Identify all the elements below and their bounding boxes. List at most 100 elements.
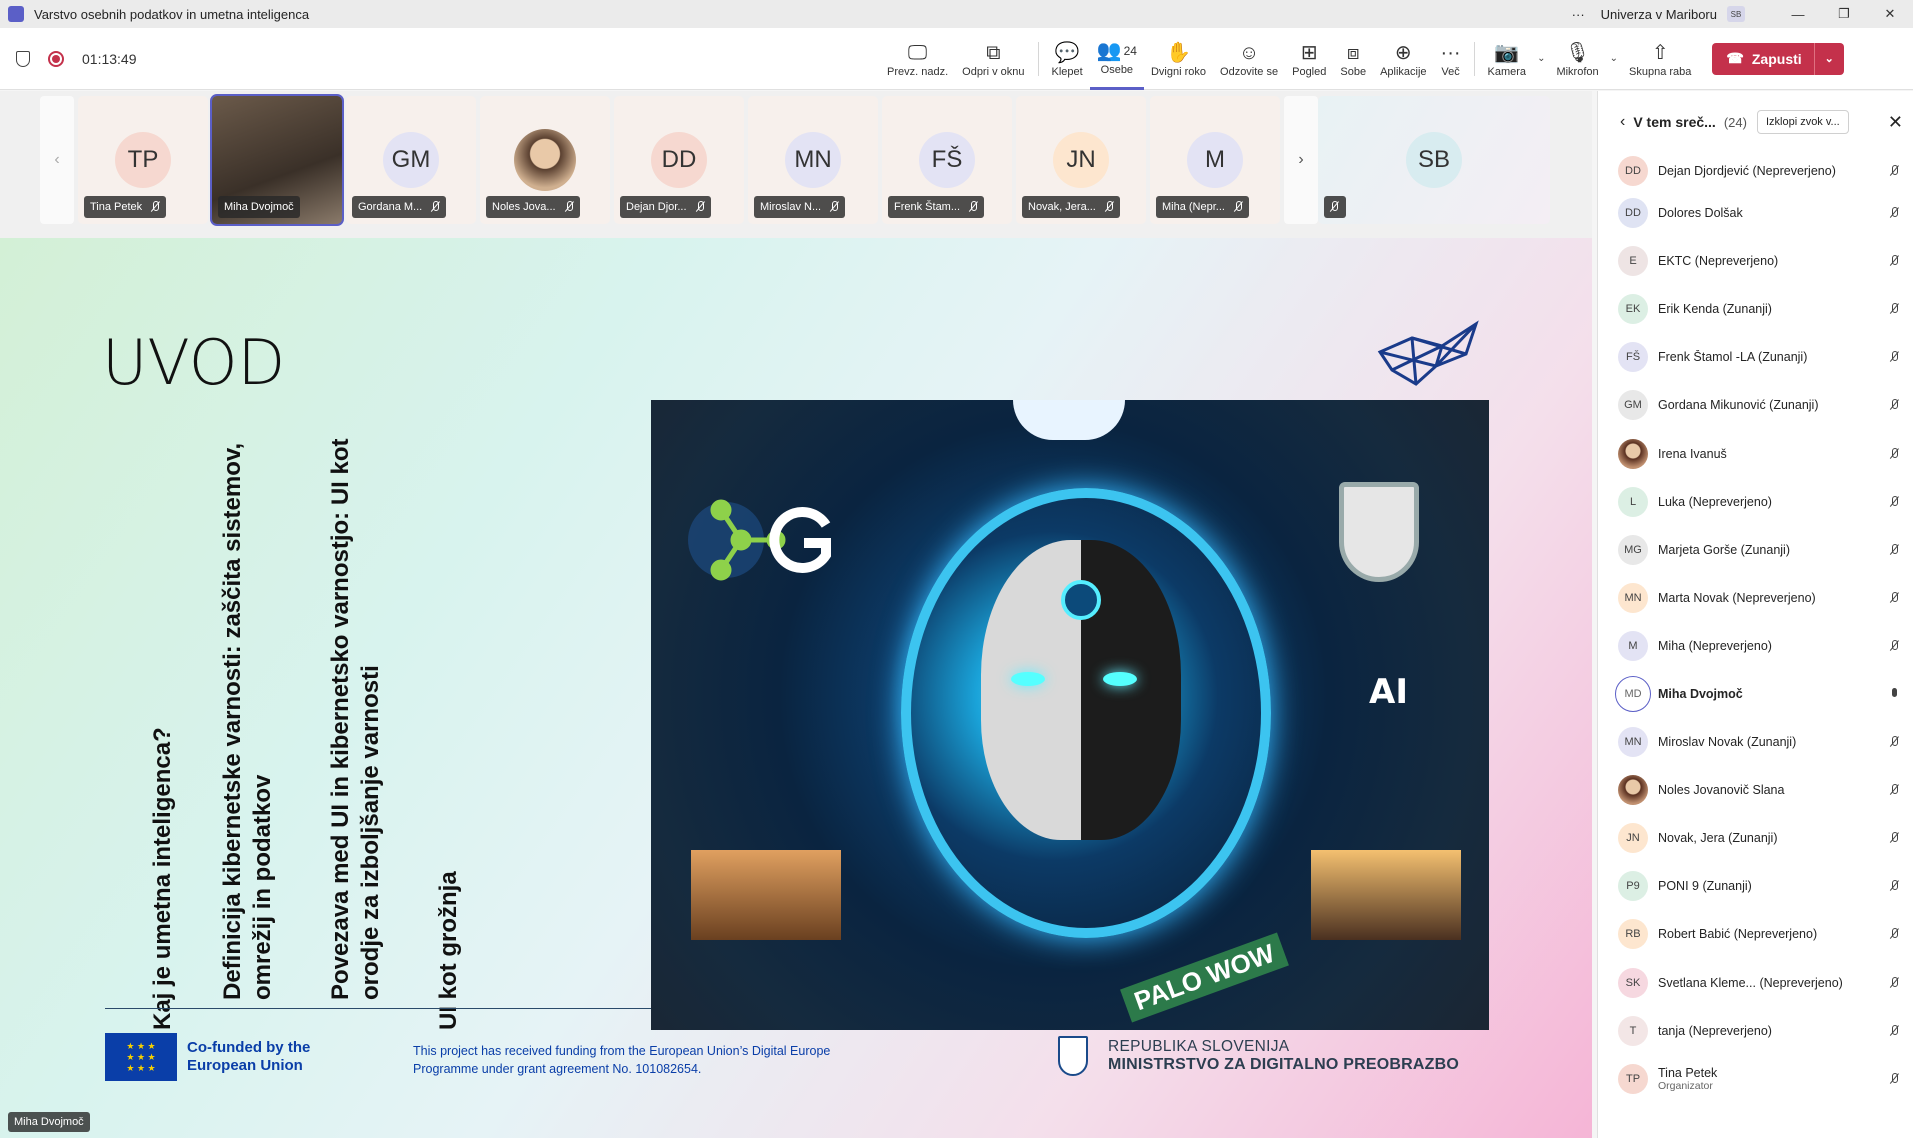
participant-mic-status[interactable] xyxy=(1874,736,1913,748)
more-options-icon[interactable]: ··· xyxy=(1572,7,1585,22)
participant-tile[interactable]: MN Miroslav N... xyxy=(748,96,878,224)
screen-share-tile[interactable]: SB xyxy=(1318,96,1550,224)
presenter-nametag: Miha Dvojmoč xyxy=(8,1112,90,1132)
participant-mic-status[interactable] xyxy=(1874,976,1913,989)
view-button[interactable]: ⊞ Pogled xyxy=(1285,28,1333,90)
avatar: MG xyxy=(1618,534,1648,565)
mic-options-chevron-icon[interactable]: ⌄ xyxy=(1610,53,1618,64)
participant-mic-status[interactable] xyxy=(1874,207,1913,219)
participant-mic-status[interactable] xyxy=(1874,351,1913,363)
avatar: TP xyxy=(1618,1063,1648,1094)
camera-button[interactable]: 📷 Kamera xyxy=(1481,28,1534,90)
microphone-button[interactable]: 🎙 Mikrofon xyxy=(1549,28,1605,90)
participant-mic-status[interactable] xyxy=(1874,687,1913,700)
close-window-button[interactable]: ✕ xyxy=(1867,6,1913,22)
participant-mic-status[interactable] xyxy=(1874,255,1913,267)
more-button[interactable]: ··· Več xyxy=(1434,28,1468,90)
take-control-button[interactable]: 🖵 Prevz. nadz. xyxy=(880,28,955,90)
participant-row[interactable]: GM Gordana Mikunović (Zunanji) xyxy=(1598,381,1913,429)
mic-off-icon xyxy=(1889,399,1899,411)
participant-mic-status[interactable] xyxy=(1874,832,1913,844)
participant-tile[interactable]: Noles Jova... xyxy=(480,96,610,224)
rooms-button[interactable]: ⧈ Sobe xyxy=(1333,28,1373,90)
participant-row[interactable]: P9 PONI 9 (Zunanji) xyxy=(1598,862,1913,910)
participant-row[interactable]: RB Robert Babić (Nepreverjeno) xyxy=(1598,910,1913,958)
chat-button[interactable]: 💬 Klepet xyxy=(1045,28,1090,90)
participant-mic-status[interactable] xyxy=(1874,543,1913,556)
participant-row[interactable]: E EKTC (Nepreverjeno) xyxy=(1598,237,1913,285)
participant-row[interactable]: Noles Jovanovič Slana xyxy=(1598,766,1913,814)
participant-row[interactable]: MN Marta Novak (Nepreverjeno) xyxy=(1598,574,1913,622)
account-avatar[interactable]: SB xyxy=(1727,6,1745,22)
participant-row[interactable]: TP Tina Petek Organizator xyxy=(1598,1055,1913,1103)
participant-row[interactable]: DD Dejan Djordjević (Nepreverjeno) xyxy=(1598,153,1913,189)
microphone-label: Mikrofon xyxy=(1556,65,1599,78)
participant-mic-status[interactable] xyxy=(1874,928,1913,940)
participant-name-text: PONI 9 (Zunanji) xyxy=(1658,879,1752,894)
raise-hand-button[interactable]: ✋ Dvigni roko xyxy=(1144,28,1213,90)
participant-mic-status[interactable] xyxy=(1874,784,1913,796)
participant-mic-status[interactable] xyxy=(1874,303,1913,315)
participant-name: Noles Jovanovič Slana xyxy=(1658,783,1874,797)
minimize-button[interactable]: — xyxy=(1775,7,1821,22)
mic-off-icon xyxy=(150,201,160,213)
participant-row[interactable]: Ttanja (Nepreverjeno) xyxy=(1598,1007,1913,1055)
mute-all-button[interactable]: Izklopi zvok v... xyxy=(1756,110,1849,134)
participant-name: Marjeta Gorše (Zunanji) xyxy=(1658,543,1874,557)
participant-tile[interactable]: DD Dejan Djor... xyxy=(614,96,744,224)
avatar: DD xyxy=(1618,198,1648,229)
participant-mic-status[interactable] xyxy=(1874,495,1913,508)
back-chevron-icon[interactable]: ‹ xyxy=(1620,113,1625,131)
participant-tile[interactable]: JN Novak, Jera... xyxy=(1016,96,1146,224)
close-panel-icon[interactable]: ✕ xyxy=(1888,112,1903,133)
mic-off-icon xyxy=(968,201,978,213)
participant-name: Erik Kenda (Zunanji) xyxy=(1658,302,1874,316)
strip-next-button[interactable]: › xyxy=(1284,96,1318,224)
mic-off-icon xyxy=(1104,201,1114,213)
mic-off-icon xyxy=(1889,976,1899,989)
restore-button[interactable]: ❐ xyxy=(1821,6,1867,22)
org-name[interactable]: Univerza v Mariboru xyxy=(1601,7,1717,22)
participant-mic-status[interactable] xyxy=(1874,399,1913,411)
people-button[interactable]: 👥 24 Osebe xyxy=(1089,28,1144,90)
participant-row[interactable]: Irena Ivanuš xyxy=(1598,429,1913,477)
participant-tile[interactable]: FŠ Frenk Štam... xyxy=(882,96,1012,224)
participant-row[interactable]: M Miha (Nepreverjeno) xyxy=(1598,622,1913,670)
participant-row[interactable]: MN Miroslav Novak (Zunanji) xyxy=(1598,718,1913,766)
participant-tile[interactable]: M Miha (Nepr... xyxy=(1150,96,1280,224)
participant-mic-status[interactable] xyxy=(1874,639,1913,652)
camera-options-chevron-icon[interactable]: ⌄ xyxy=(1537,53,1545,64)
participant-mic-status[interactable] xyxy=(1874,880,1913,892)
apps-button[interactable]: ⊕ Aplikacije xyxy=(1373,28,1433,90)
strip-prev-button[interactable]: ‹ xyxy=(40,96,74,224)
avatar: MN xyxy=(1618,582,1648,613)
participant-mic-status[interactable] xyxy=(1874,591,1913,604)
forehead-light xyxy=(1061,580,1101,620)
pop-out-button[interactable]: ⧉ Odpri v oknu xyxy=(955,28,1031,90)
ai-label: AI xyxy=(1369,672,1408,712)
participant-row[interactable]: SK Svetlana Kleme... (Nepreverjeno) xyxy=(1598,959,1913,1007)
share-button[interactable]: ⇧ Skupna raba xyxy=(1622,28,1698,90)
funding-statement: This project has received funding from t… xyxy=(413,1044,831,1076)
participant-tile[interactable]: TP Tina Petek xyxy=(78,96,208,224)
participant-mic-status[interactable] xyxy=(1874,165,1913,177)
mic-off-icon xyxy=(1889,303,1899,315)
phone-icon: ☎ xyxy=(1726,50,1744,66)
participant-mic-status[interactable] xyxy=(1874,447,1913,460)
participant-row[interactable]: DD Dolores Dolšak xyxy=(1598,189,1913,237)
participant-row[interactable]: MD Miha Dvojmoč xyxy=(1598,670,1913,718)
react-button[interactable]: ☺ Odzovite se xyxy=(1213,28,1285,90)
participant-row[interactable]: EK Erik Kenda (Zunanji) xyxy=(1598,285,1913,333)
participant-row[interactable]: MG Marjeta Gorše (Zunanji) xyxy=(1598,526,1913,574)
participant-row[interactable]: L Luka (Nepreverjeno) xyxy=(1598,478,1913,526)
leave-options-chevron-icon[interactable]: ⌄ xyxy=(1813,42,1844,75)
participant-tile[interactable]: Miha Dvojmoč xyxy=(210,94,344,226)
leave-button[interactable]: ☎ Zapusti ⌄ xyxy=(1712,42,1844,75)
participant-tile[interactable]: GM Gordana M... xyxy=(346,96,476,224)
avatar: JN xyxy=(1053,132,1109,188)
participant-row[interactable]: JN Novak, Jera (Zunanji) xyxy=(1598,814,1913,862)
participant-row[interactable]: FŠ Frenk Štamol -LA (Zunanji) xyxy=(1598,333,1913,381)
mic-on-icon xyxy=(1889,687,1899,700)
participant-mic-status[interactable] xyxy=(1874,1072,1913,1085)
participant-mic-status[interactable] xyxy=(1874,1024,1913,1037)
